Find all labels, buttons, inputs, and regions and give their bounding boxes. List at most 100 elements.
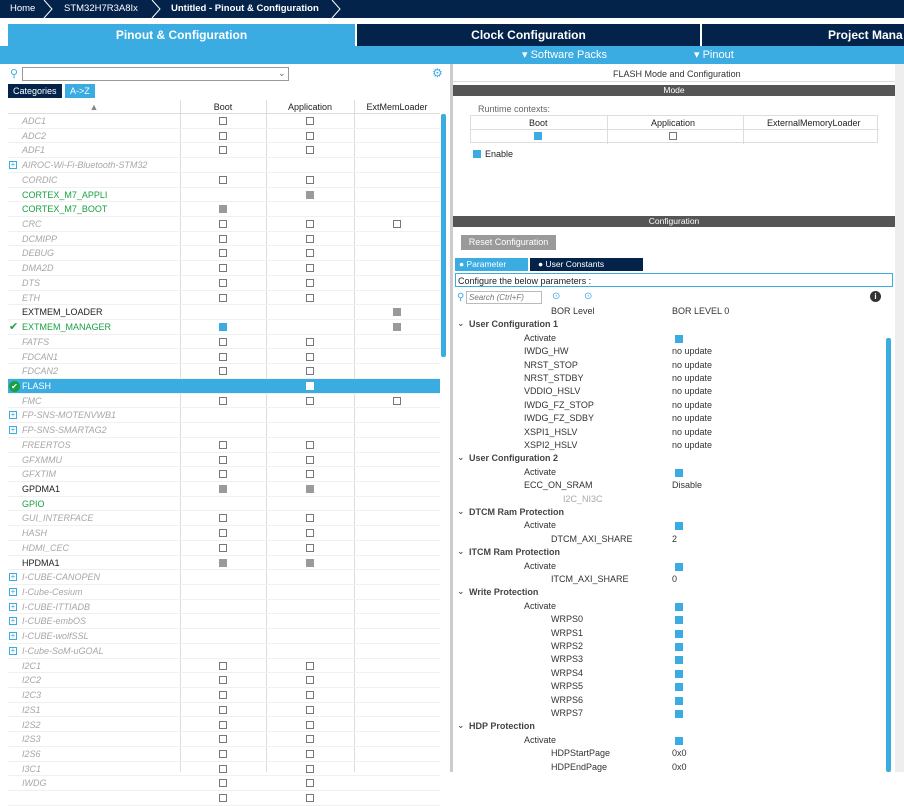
- checkbox-ext[interactable]: [393, 323, 401, 332]
- param-value[interactable]: no update: [672, 346, 712, 356]
- checkbox-app[interactable]: [306, 381, 314, 390]
- checkbox-app[interactable]: [306, 117, 314, 125]
- param-checkbox[interactable]: [675, 629, 683, 638]
- peripheral-row[interactable]: HDMI_CEC: [8, 541, 440, 556]
- peripheral-row[interactable]: I2S2: [8, 718, 440, 733]
- checkbox-boot[interactable]: [219, 514, 227, 523]
- ctx-application-checkbox[interactable]: [669, 132, 677, 140]
- info-icon[interactable]: i: [870, 291, 881, 302]
- param-group[interactable]: ⌄ Write Protection: [455, 586, 885, 599]
- checkbox-boot[interactable]: [219, 705, 227, 714]
- panel-divider[interactable]: [450, 64, 453, 772]
- peripheral-row[interactable]: + AIROC-Wi-Fi-Bluetooth-STM32: [8, 158, 440, 173]
- expand-icon[interactable]: +: [9, 411, 17, 420]
- checkbox-app[interactable]: [306, 529, 314, 538]
- peripheral-row[interactable]: FMC: [8, 394, 440, 409]
- param-checkbox[interactable]: [675, 683, 683, 692]
- peripheral-row[interactable]: I3C1: [8, 762, 440, 777]
- sort-arrow-icon[interactable]: ▲: [88, 100, 100, 114]
- peripheral-row[interactable]: CORDIC: [8, 173, 440, 188]
- param-group[interactable]: ⌄ User Configuration 2: [455, 452, 885, 465]
- peripheral-row[interactable]: + I-CUBE-wolfSSL: [8, 629, 440, 644]
- param-checkbox[interactable]: [675, 669, 683, 678]
- checkbox-boot[interactable]: [219, 234, 227, 243]
- col-extmemloader[interactable]: ExtMemLoader: [354, 100, 440, 114]
- checkbox-app[interactable]: [306, 735, 314, 744]
- checkbox-app[interactable]: [306, 190, 314, 199]
- peripheral-row[interactable]: FREERTOS: [8, 438, 440, 453]
- checkbox-boot[interactable]: [219, 146, 227, 155]
- param-value[interactable]: 0x0: [672, 762, 687, 772]
- expand-all-icon[interactable]: ⊙: [552, 291, 560, 302]
- checkbox-app[interactable]: [306, 676, 314, 685]
- checkbox-boot[interactable]: [219, 220, 227, 229]
- peripheral-row[interactable]: FDCAN1: [8, 350, 440, 365]
- checkbox-boot[interactable]: [219, 470, 227, 479]
- checkbox-app[interactable]: [306, 705, 314, 714]
- peripheral-row[interactable]: DMA2D: [8, 261, 440, 276]
- expand-icon[interactable]: +: [9, 632, 17, 641]
- checkbox-ext[interactable]: [393, 396, 401, 405]
- checkbox-app[interactable]: [306, 396, 314, 405]
- expand-icon[interactable]: +: [9, 426, 17, 435]
- checkbox-boot[interactable]: [219, 794, 227, 803]
- peripheral-row[interactable]: GFXMMU: [8, 453, 440, 468]
- right-scrollbar[interactable]: [886, 338, 891, 772]
- checkbox-boot[interactable]: [219, 249, 227, 258]
- expand-icon[interactable]: +: [9, 573, 17, 582]
- peripheral-row[interactable]: I2S6: [8, 747, 440, 762]
- param-value[interactable]: BOR LEVEL 0: [672, 307, 729, 316]
- tab-project-manager[interactable]: Project Mana: [702, 24, 904, 46]
- checkbox-app[interactable]: [306, 720, 314, 729]
- peripheral-row[interactable]: + I-Cube-Cesium: [8, 585, 440, 600]
- checkbox-app[interactable]: [306, 175, 314, 184]
- ctx-boot-checkbox[interactable]: [534, 132, 542, 140]
- checkbox-ext[interactable]: [393, 220, 401, 229]
- expand-icon[interactable]: +: [9, 617, 17, 626]
- param-value[interactable]: 2: [672, 534, 677, 544]
- checkbox-boot[interactable]: [219, 676, 227, 685]
- peripheral-row[interactable]: I2S3: [8, 732, 440, 747]
- checkbox-boot[interactable]: [219, 764, 227, 773]
- param-value[interactable]: 0: [672, 574, 677, 584]
- peripheral-row[interactable]: GFXTIM: [8, 467, 440, 482]
- param-value[interactable]: Disable: [672, 480, 702, 490]
- parameter-search-input[interactable]: [466, 291, 542, 304]
- peripheral-row[interactable]: ✔ FLASH: [8, 378, 440, 394]
- checkbox-app[interactable]: [306, 661, 314, 670]
- param-group[interactable]: ⌄ User Configuration 1: [455, 318, 885, 331]
- param-checkbox[interactable]: [675, 602, 683, 611]
- checkbox-app[interactable]: [306, 514, 314, 523]
- peripheral-row[interactable]: + FP-SNS-MOTENVWB1: [8, 408, 440, 424]
- checkbox-app[interactable]: [306, 337, 314, 346]
- peripheral-row[interactable]: EXTMEM_LOADER: [8, 305, 440, 321]
- peripheral-row[interactable]: HPDMA1: [8, 556, 440, 571]
- checkbox-boot[interactable]: [219, 205, 227, 214]
- gear-icon[interactable]: ⚙: [432, 66, 443, 80]
- param-group[interactable]: ⌄ DTCM Ram Protection: [455, 506, 885, 519]
- peripheral-row[interactable]: GUI_INTERFACE: [8, 511, 440, 527]
- checkbox-boot[interactable]: [219, 175, 227, 184]
- param-value[interactable]: 0x0: [672, 748, 687, 758]
- chevron-down-icon[interactable]: ⌄: [457, 452, 465, 463]
- checkbox-boot[interactable]: [219, 278, 227, 287]
- param-checkbox[interactable]: [675, 736, 683, 745]
- expand-icon[interactable]: +: [9, 646, 17, 655]
- peripheral-row[interactable]: + I-CUBE-CANOPEN: [8, 570, 440, 585]
- chevron-down-icon[interactable]: ⌄: [278, 68, 286, 79]
- checkbox-app[interactable]: [306, 278, 314, 287]
- peripheral-row[interactable]: + FP-SNS-SMARTAG2: [8, 423, 440, 438]
- checkbox-ext[interactable]: [393, 308, 401, 317]
- peripheral-row[interactable]: CRC: [8, 217, 440, 232]
- checkbox-boot[interactable]: [219, 323, 227, 332]
- peripheral-row[interactable]: I2S1: [8, 703, 440, 718]
- checkbox-boot[interactable]: [219, 749, 227, 758]
- tab-user-constants[interactable]: ● User Constants: [530, 258, 643, 271]
- checkbox-boot[interactable]: [219, 720, 227, 729]
- param-group[interactable]: ⌄ HDP Protection: [455, 720, 885, 733]
- checkbox-app[interactable]: [306, 794, 314, 803]
- chevron-down-icon[interactable]: ⌄: [457, 318, 465, 329]
- param-value[interactable]: no update: [672, 440, 712, 450]
- param-group[interactable]: ⌄ ITCM Ram Protection: [455, 546, 885, 559]
- checkbox-app[interactable]: [306, 691, 314, 700]
